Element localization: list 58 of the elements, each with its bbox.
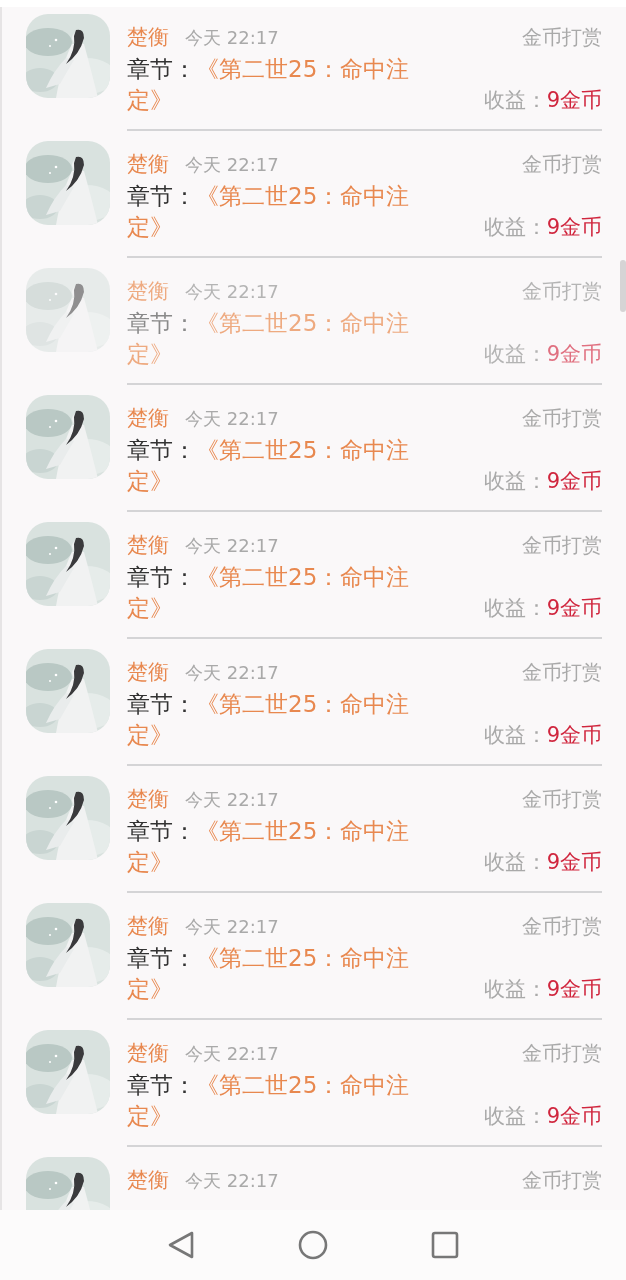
user-name: 楚衡 — [127, 532, 169, 559]
income-label: 收益： — [483, 1104, 547, 1128]
income-amount: 9金币 — [546, 88, 602, 112]
chapter-line: 章节：《第二世25：命中注定》 — [127, 309, 411, 369]
income-amount: 9金币 — [546, 1104, 602, 1128]
timestamp: 今天 22:17 — [185, 153, 279, 177]
user-name: 楚衡 — [127, 1040, 169, 1067]
reward-type: 金币打赏 — [522, 1167, 602, 1194]
timestamp: 今天 22:17 — [185, 915, 279, 939]
reward-type: 金币打赏 — [522, 532, 602, 559]
user-name: 楚衡 — [127, 659, 169, 686]
income-label: 收益： — [483, 469, 547, 493]
timestamp: 今天 22:17 — [185, 661, 279, 685]
income-amount: 9金币 — [546, 850, 602, 874]
reward-type: 金币打赏 — [522, 786, 602, 813]
chapter-line: 章节：《第二世25：命中注定》 — [127, 182, 411, 242]
user-name: 楚衡 — [127, 278, 169, 305]
income-amount: 9金币 — [546, 469, 602, 493]
chapter-line: 章节：《第二世25：命中注定》 — [127, 1071, 411, 1131]
timestamp: 今天 22:17 — [185, 1169, 279, 1193]
chapter-line: 章节：《第二世25：命中注定》 — [127, 55, 411, 115]
scroll-bar[interactable] — [620, 260, 626, 312]
income-amount: 9金币 — [546, 596, 602, 620]
income-label: 收益： — [483, 977, 547, 1001]
income-label: 收益： — [483, 723, 547, 747]
reward-type: 金币打赏 — [522, 24, 602, 51]
reward-type: 金币打赏 — [522, 1040, 602, 1067]
chapter-line: 章节：《第二世25：命中注定》 — [127, 436, 411, 496]
income-label: 收益： — [483, 342, 547, 366]
reward-type: 金币打赏 — [522, 405, 602, 432]
reward-type: 金币打赏 — [522, 913, 602, 940]
user-name: 楚衡 — [127, 913, 169, 940]
user-name: 楚衡 — [127, 786, 169, 813]
reward-type: 金币打赏 — [522, 151, 602, 178]
income-amount: 9金币 — [546, 342, 602, 366]
timestamp: 今天 22:17 — [185, 1042, 279, 1066]
income-amount: 9金币 — [546, 723, 602, 747]
reward-type: 金币打赏 — [522, 278, 602, 305]
income-amount: 9金币 — [546, 977, 602, 1001]
income-label: 收益： — [483, 850, 547, 874]
user-name: 楚衡 — [127, 405, 169, 432]
timestamp: 今天 22:17 — [185, 26, 279, 50]
user-name: 楚衡 — [127, 1167, 169, 1194]
chapter-line: 章节：《第二世25：命中注定》 — [127, 817, 411, 877]
income-label: 收益： — [483, 88, 547, 112]
timestamp: 今天 22:17 — [185, 280, 279, 304]
timestamp: 今天 22:17 — [185, 534, 279, 558]
chapter-line: 章节：《第二世25：命中注定》 — [127, 944, 411, 1004]
timestamp: 今天 22:17 — [185, 407, 279, 431]
income-label: 收益： — [483, 215, 547, 239]
income-amount: 9金币 — [546, 215, 602, 239]
user-name: 楚衡 — [127, 151, 169, 178]
income-label: 收益： — [483, 596, 547, 620]
user-name: 楚衡 — [127, 24, 169, 51]
reward-type: 金币打赏 — [522, 659, 602, 686]
chapter-line: 章节：《第二世25：命中注定》 — [127, 563, 411, 623]
chapter-line: 章节：《第二世25：命中注定》 — [127, 690, 411, 750]
timestamp: 今天 22:17 — [185, 788, 279, 812]
